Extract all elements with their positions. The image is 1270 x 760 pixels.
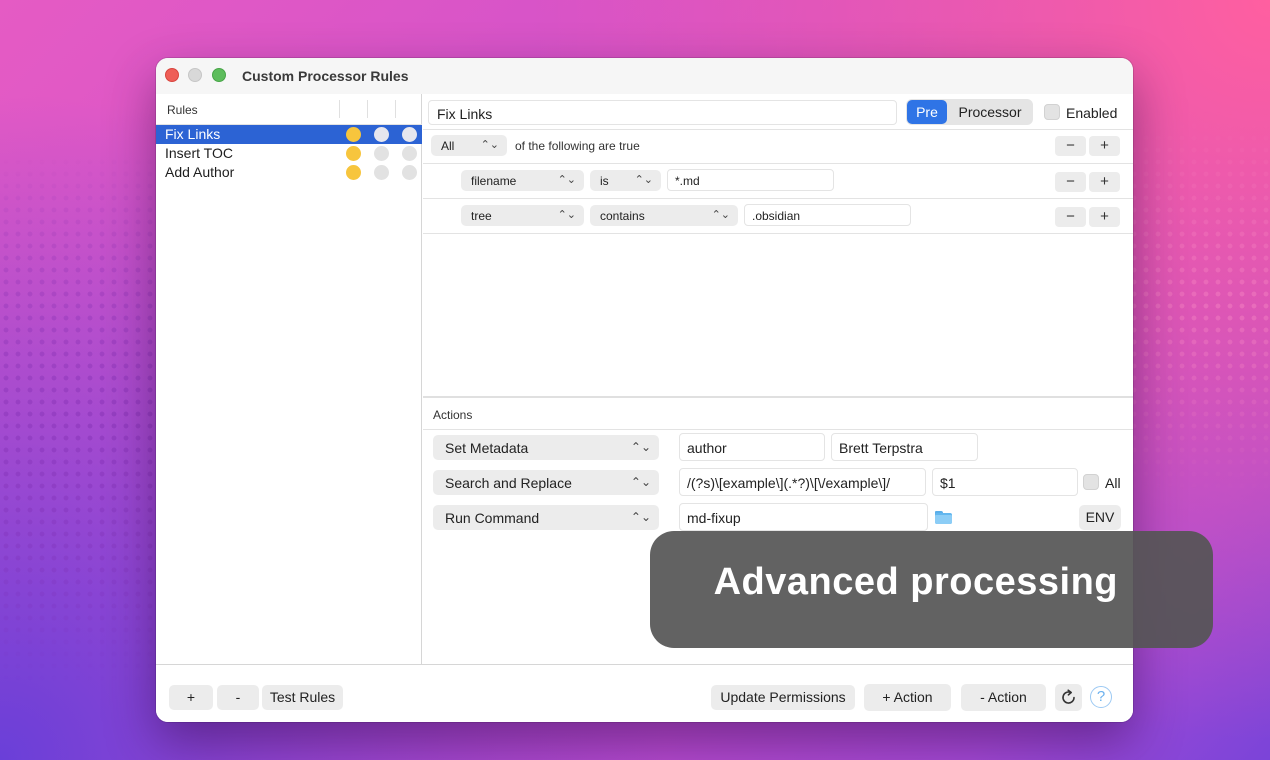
condition-operator-value: is bbox=[600, 174, 609, 188]
caption-text: Advanced processing bbox=[713, 561, 1118, 603]
minimize-window-button[interactable] bbox=[188, 68, 202, 82]
search-pattern-field[interactable]: /(?s)\[example\](.*?)\[\/example\]/ bbox=[679, 468, 926, 496]
action-type-popup[interactable]: Set Metadata ⌃⌄ bbox=[433, 435, 659, 460]
action-type-popup[interactable]: Run Command ⌃⌄ bbox=[433, 505, 659, 530]
close-window-button[interactable] bbox=[165, 68, 179, 82]
enabled-label: Enabled bbox=[1066, 105, 1118, 121]
chevron-updown-icon: ⌃⌄ bbox=[630, 440, 651, 454]
add-condition-button[interactable]: + bbox=[1089, 207, 1120, 227]
title-bar: Custom Processor Rules bbox=[156, 58, 1133, 94]
chevron-updown-icon: ⌃⌄ bbox=[711, 209, 730, 221]
condition-operator-value: contains bbox=[600, 209, 645, 223]
rule-row-add-author[interactable]: Add Author bbox=[156, 163, 422, 182]
refresh-icon bbox=[1062, 689, 1075, 704]
zoom-window-button[interactable] bbox=[212, 68, 226, 82]
rules-sidebar: Rules Fix Links Insert TOC Add Author bbox=[156, 94, 422, 664]
divider bbox=[423, 129, 1133, 130]
remove-condition-button[interactable]: − bbox=[1055, 207, 1086, 227]
chevron-updown-icon: ⌃⌄ bbox=[630, 510, 651, 524]
command-field[interactable]: md-fixup bbox=[679, 503, 928, 531]
match-quantifier-value: All bbox=[441, 139, 455, 153]
status-indicator-off[interactable] bbox=[374, 146, 389, 161]
status-indicator-off[interactable] bbox=[402, 146, 417, 161]
status-indicator-off[interactable] bbox=[374, 127, 389, 142]
window-title: Custom Processor Rules bbox=[242, 68, 409, 84]
remove-rule-button[interactable]: - bbox=[217, 685, 259, 710]
match-quantifier-popup[interactable]: All ⌃⌄ bbox=[431, 135, 507, 156]
chevron-updown-icon: ⌃⌄ bbox=[630, 475, 651, 489]
chevron-updown-icon: ⌃⌄ bbox=[557, 174, 576, 186]
condition-operator-popup[interactable]: is ⌃⌄ bbox=[590, 170, 661, 191]
actions-label: Actions bbox=[433, 408, 473, 422]
metadata-key-field[interactable]: author bbox=[679, 433, 825, 461]
match-description: of the following are true bbox=[515, 139, 640, 153]
chevron-updown-icon: ⌃⌄ bbox=[557, 209, 576, 221]
update-permissions-button[interactable]: Update Permissions bbox=[711, 685, 855, 710]
column-separator bbox=[339, 100, 340, 118]
pre-segment[interactable]: Pre bbox=[907, 100, 947, 124]
divider bbox=[423, 429, 1133, 430]
divider bbox=[423, 233, 1133, 234]
status-indicator-off[interactable] bbox=[402, 165, 417, 180]
bottom-toolbar: + - Test Rules Update Permissions + Acti… bbox=[156, 664, 1133, 722]
condition-field-popup[interactable]: tree ⌃⌄ bbox=[461, 205, 584, 226]
condition-operator-popup[interactable]: contains ⌃⌄ bbox=[590, 205, 738, 226]
add-condition-button[interactable]: + bbox=[1089, 172, 1120, 192]
chevron-updown-icon: ⌃⌄ bbox=[480, 139, 499, 151]
condition-field-popup[interactable]: filename ⌃⌄ bbox=[461, 170, 584, 191]
rule-name: Add Author bbox=[165, 164, 235, 180]
remove-action-button[interactable]: - Action bbox=[961, 684, 1046, 711]
action-type-value: Set Metadata bbox=[445, 440, 529, 456]
rule-row-fix-links[interactable]: Fix Links bbox=[156, 125, 422, 144]
condition-value-field[interactable]: .obsidian bbox=[744, 204, 911, 226]
mode-segmented-control: Pre Processor bbox=[906, 99, 1033, 125]
action-type-popup[interactable]: Search and Replace ⌃⌄ bbox=[433, 470, 659, 495]
chevron-updown-icon: ⌃⌄ bbox=[634, 174, 653, 186]
status-indicator-off[interactable] bbox=[374, 165, 389, 180]
add-condition-group-button[interactable]: + bbox=[1089, 136, 1120, 156]
status-indicator-off[interactable] bbox=[402, 127, 417, 142]
enabled-checkbox[interactable] bbox=[1044, 104, 1060, 120]
column-separator bbox=[367, 100, 368, 118]
action-type-value: Run Command bbox=[445, 510, 540, 526]
status-indicator-on[interactable] bbox=[346, 165, 361, 180]
divider bbox=[423, 163, 1133, 164]
replace-all-label: All bbox=[1105, 475, 1121, 491]
rule-name: Fix Links bbox=[165, 126, 221, 142]
help-button[interactable]: ? bbox=[1090, 686, 1112, 708]
condition-value-field[interactable]: *.md bbox=[667, 169, 834, 191]
status-indicator-on[interactable] bbox=[346, 146, 361, 161]
column-separator bbox=[395, 100, 396, 118]
add-rule-button[interactable]: + bbox=[169, 685, 213, 710]
rule-row-insert-toc[interactable]: Insert TOC bbox=[156, 144, 422, 163]
replace-all-checkbox[interactable] bbox=[1083, 474, 1099, 490]
rules-list-header: Rules bbox=[156, 94, 422, 125]
caption-banner: Advanced processing bbox=[650, 531, 1213, 648]
condition-field-value: filename bbox=[471, 174, 517, 188]
replace-value-field[interactable]: $1 bbox=[932, 468, 1078, 496]
remove-condition-button[interactable]: − bbox=[1055, 172, 1086, 192]
metadata-value-field[interactable]: Brett Terpstra bbox=[831, 433, 978, 461]
rule-name-field[interactable]: Fix Links bbox=[428, 100, 897, 125]
folder-icon[interactable] bbox=[935, 511, 952, 524]
rules-column-header[interactable]: Rules bbox=[167, 103, 198, 117]
test-rules-button[interactable]: Test Rules bbox=[262, 685, 343, 710]
rule-name: Insert TOC bbox=[165, 145, 233, 161]
remove-condition-group-button[interactable]: − bbox=[1055, 136, 1086, 156]
status-indicator-on[interactable] bbox=[346, 127, 361, 142]
add-action-button[interactable]: + Action bbox=[864, 684, 951, 711]
condition-field-value: tree bbox=[471, 209, 492, 223]
action-type-value: Search and Replace bbox=[445, 475, 572, 491]
processor-segment[interactable]: Processor bbox=[950, 100, 1030, 124]
refresh-button[interactable] bbox=[1055, 684, 1082, 711]
env-button[interactable]: ENV bbox=[1079, 505, 1121, 530]
divider bbox=[423, 198, 1133, 199]
